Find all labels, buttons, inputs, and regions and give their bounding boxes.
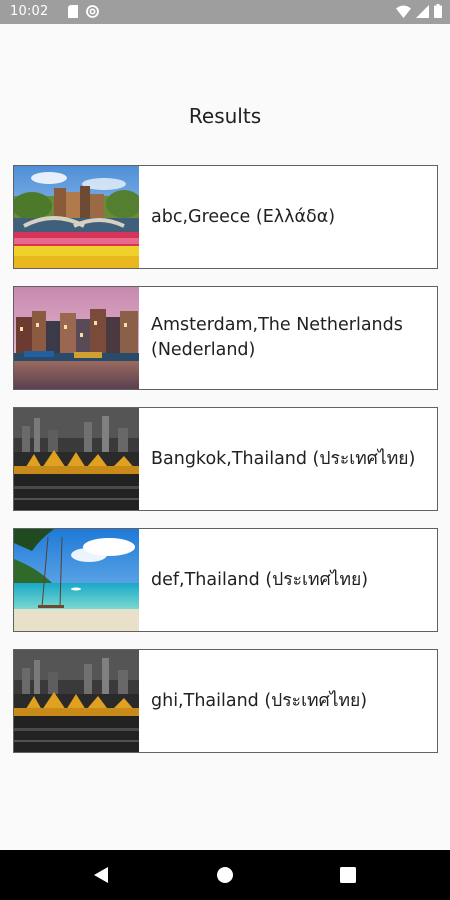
navigation-bar [0,850,450,900]
status-system-icons [396,4,442,18]
wifi-icon [396,5,411,18]
at-sign-icon [86,5,99,18]
result-label: Amsterdam,The Netherlands (Nederland) [151,315,403,360]
battery-icon [434,4,442,18]
cellular-signal-icon [416,4,429,18]
result-label: abc,Greece (Ελλάδα) [151,206,336,227]
back-button[interactable] [89,863,113,887]
results-list: abc,Greece (Ελλάδα) Amsterdam,The Nether… [13,165,438,770]
sd-card-icon [68,5,78,18]
home-button[interactable] [213,863,237,887]
status-time: 10:02 [10,4,49,19]
result-label: ghi,Thailand (ประเทศไทย) [151,690,368,711]
result-card[interactable]: abc,Greece (Ελλάδα) [13,165,438,269]
result-thumbnail [14,650,139,752]
result-card[interactable]: ghi,Thailand (ประเทศไทย) [13,649,438,753]
result-thumbnail [14,287,139,389]
status-notification-icons [68,5,99,18]
status-bar: 10:02 [0,0,450,24]
result-label: def,Thailand (ประเทศไทย) [151,569,369,590]
home-circle-icon [217,867,233,883]
result-thumbnail [14,529,139,631]
result-card[interactable]: Amsterdam,The Netherlands (Nederland) [13,286,438,390]
result-card[interactable]: def,Thailand (ประเทศไทย) [13,528,438,632]
page-title: Results [188,104,262,128]
recents-button[interactable] [336,863,360,887]
result-thumbnail [14,166,139,268]
back-triangle-icon [94,867,108,883]
result-label: Bangkok,Thailand (ประเทศไทย) [151,448,416,469]
result-card[interactable]: Bangkok,Thailand (ประเทศไทย) [13,407,438,511]
result-thumbnail [14,408,139,510]
recents-square-icon [340,867,356,883]
